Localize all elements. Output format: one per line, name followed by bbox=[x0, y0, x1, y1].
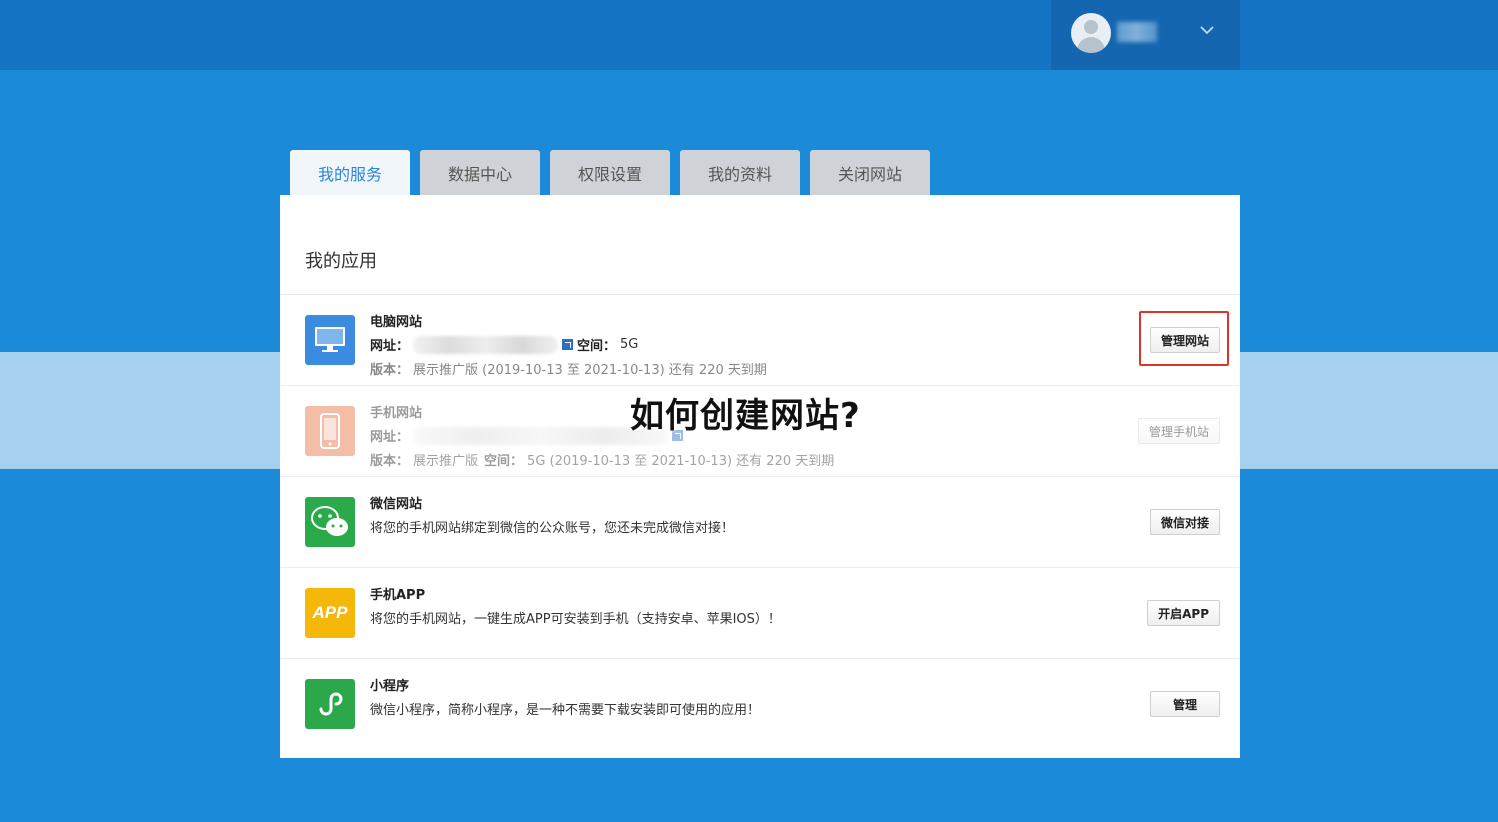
tab-data-center[interactable]: 数据中心 bbox=[420, 150, 540, 195]
app-icon-text: APP bbox=[312, 603, 348, 622]
app-row-mini-program: 小程序 微信小程序，简称小程序，是一种不需要下载安装即可使用的应用！ 管理 bbox=[280, 659, 1240, 750]
phone-icon bbox=[305, 406, 355, 456]
version-value: 展示推广版 (2019-10-13 至 2021-10-13) 还有 220 天… bbox=[413, 363, 767, 378]
version-line: 版本： 展示推广版 空间： 5G (2019-10-13 至 2021-10-1… bbox=[370, 450, 834, 469]
app-row-wechat: 微信网站 将您的手机网站绑定到微信的公众账号，您还未完成微信对接！ 微信对接 bbox=[280, 477, 1240, 568]
app-title: 微信网站 bbox=[370, 497, 423, 512]
app-title: 电脑网站 bbox=[370, 315, 423, 330]
url-line: 网址： 空间： 5G bbox=[370, 335, 638, 354]
app-row-app: APP 手机APP 将您的手机网站，一键生成APP可安装到手机（支持安卓、苹果I… bbox=[280, 568, 1240, 659]
tab-bar: 我的服务 数据中心 权限设置 我的资料 关闭网站 bbox=[290, 150, 930, 195]
external-link-icon[interactable] bbox=[562, 339, 574, 350]
space-value: 5G (2019-10-13 至 2021-10-13) 还有 220 天到期 bbox=[527, 454, 835, 469]
space-label: 空间： bbox=[484, 454, 524, 469]
chevron-down-icon[interactable] bbox=[1199, 22, 1215, 38]
apps-panel: 我的应用 电脑网站 网址： 空间： 5G 版本： 展示推广版 (2019-10-… bbox=[280, 195, 1240, 758]
monitor-icon bbox=[305, 315, 355, 365]
version-line: 版本： 展示推广版 (2019-10-13 至 2021-10-13) 还有 2… bbox=[370, 359, 767, 378]
space-label: 空间： bbox=[577, 339, 617, 354]
version-value: 展示推广版 bbox=[413, 454, 479, 469]
app-title: 小程序 bbox=[370, 679, 410, 694]
version-label: 版本： bbox=[370, 363, 410, 378]
app-icon: APP bbox=[305, 588, 355, 638]
mini-program-icon bbox=[305, 679, 355, 729]
url-label: 网址： bbox=[370, 339, 410, 354]
app-title: 手机网站 bbox=[370, 406, 423, 421]
app-description: 将您的手机网站，一键生成APP可安装到手机（支持安卓、苹果IOS）！ bbox=[370, 612, 781, 627]
url-label: 网址： bbox=[370, 430, 410, 445]
url-redacted[interactable] bbox=[413, 335, 559, 354]
user-menu[interactable] bbox=[1051, 0, 1240, 70]
app-row-pc: 电脑网站 网址： 空间： 5G 版本： 展示推广版 (2019-10-13 至 … bbox=[280, 295, 1240, 386]
tab-permissions[interactable]: 权限设置 bbox=[550, 150, 670, 195]
top-bar bbox=[0, 0, 1498, 70]
user-avatar-icon[interactable] bbox=[1071, 13, 1111, 53]
app-title: 手机APP bbox=[370, 588, 426, 603]
tab-my-profile[interactable]: 我的资料 bbox=[680, 150, 800, 195]
manage-mini-program-button[interactable]: 管理 bbox=[1150, 691, 1220, 717]
tab-close-site[interactable]: 关闭网站 bbox=[810, 150, 930, 195]
wechat-connect-button[interactable]: 微信对接 bbox=[1149, 509, 1220, 535]
app-description: 将您的手机网站绑定到微信的公众账号，您还未完成微信对接！ bbox=[370, 521, 735, 536]
tab-my-services[interactable]: 我的服务 bbox=[290, 150, 410, 195]
username-redacted[interactable] bbox=[1117, 22, 1157, 42]
manage-website-button[interactable]: 管理网站 bbox=[1149, 327, 1220, 353]
overlay-title: 如何创建网站? bbox=[630, 396, 861, 436]
manage-mobile-site-button[interactable]: 管理手机站 bbox=[1137, 418, 1220, 444]
wechat-icon bbox=[305, 497, 355, 547]
app-description: 微信小程序，简称小程序，是一种不需要下载安装即可使用的应用！ bbox=[370, 703, 761, 718]
enable-app-button[interactable]: 开启APP bbox=[1147, 600, 1220, 626]
panel-title: 我的应用 bbox=[305, 251, 377, 272]
space-value: 5G bbox=[620, 337, 639, 352]
version-label: 版本： bbox=[370, 454, 410, 469]
